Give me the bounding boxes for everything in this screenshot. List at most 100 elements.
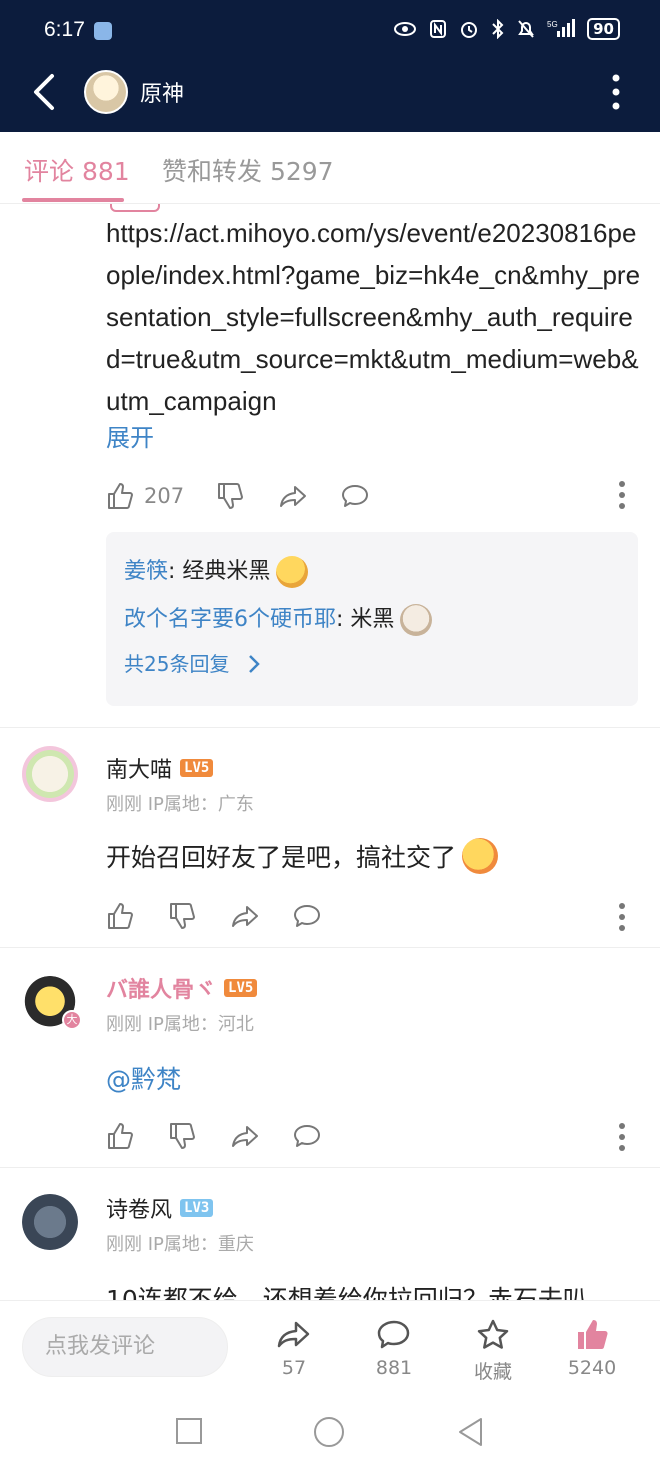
share-button[interactable] xyxy=(230,901,260,931)
comment-count-button[interactable]: 881 xyxy=(354,1317,434,1379)
avatar[interactable] xyxy=(22,746,78,802)
comment-icon xyxy=(294,1125,320,1147)
reply-item[interactable]: 改个名字要6个硬币耶 : 米黑 xyxy=(124,596,620,644)
laugh-emoji-icon xyxy=(462,838,499,874)
divider xyxy=(0,947,660,948)
thumbs-down-icon xyxy=(170,903,195,929)
comment-text[interactable]: 10连都不给，还想着给你拉回归？赤石去叭 xyxy=(106,1280,588,1300)
signal-icon: 5G xyxy=(547,19,576,37)
nfc-icon xyxy=(430,20,447,38)
share-icon xyxy=(280,486,307,507)
level-badge: LV3 xyxy=(180,1199,214,1217)
tab-bar: 评论 881 赞和转发 5297 xyxy=(0,132,660,204)
reply-text: : 经典米黑 xyxy=(168,559,271,584)
comment-author[interactable]: バ誰人骨ヾ LV5 xyxy=(106,972,258,1004)
share-button[interactable] xyxy=(230,1121,260,1151)
dog-emoji-icon xyxy=(400,604,433,636)
reply-button[interactable] xyxy=(340,481,370,511)
author-name: 南大喵 xyxy=(106,758,173,783)
like-button[interactable] xyxy=(106,1121,136,1151)
more-vertical-icon[interactable] xyxy=(612,74,620,110)
bluetooth-icon xyxy=(492,19,504,39)
link-tag xyxy=(110,204,160,212)
post-url-text[interactable]: https://act.mihoyo.com/ys/event/e2023081… xyxy=(106,212,646,422)
dislike-button[interactable] xyxy=(168,901,198,931)
thumbs-up-filled-icon xyxy=(578,1320,608,1350)
app-notification-icon xyxy=(94,22,112,40)
avatar[interactable] xyxy=(84,70,128,114)
divider xyxy=(0,1167,660,1168)
grin-emoji-icon xyxy=(276,556,309,588)
eye-icon xyxy=(394,22,417,36)
reply-user[interactable]: 改个名字要6个硬币耶 xyxy=(124,596,336,644)
comment-icon xyxy=(377,1320,410,1349)
back-arrow-icon[interactable] xyxy=(30,72,58,112)
like-count: 207 xyxy=(144,484,185,508)
more-vertical-icon[interactable] xyxy=(618,480,626,510)
page-title: 原神 xyxy=(140,82,185,107)
comment-action-row xyxy=(106,896,354,936)
share-icon xyxy=(232,1126,258,1147)
level-badge: LV5 xyxy=(224,979,258,997)
tab-likes-shares[interactable]: 赞和转发 5297 xyxy=(162,152,334,188)
comment-author[interactable]: 诗卷风 LV3 xyxy=(106,1192,214,1224)
home-icon[interactable] xyxy=(313,1416,345,1448)
battery-indicator: 90 xyxy=(587,18,620,40)
recent-apps-icon[interactable] xyxy=(174,1416,204,1446)
thumbs-up-icon xyxy=(108,903,133,929)
reply-item[interactable]: 姜筷 : 经典米黑 xyxy=(124,548,620,596)
star-icon xyxy=(477,1319,509,1349)
reply-user[interactable]: 姜筷 xyxy=(124,548,168,596)
tab-underline xyxy=(22,198,124,202)
dislike-button[interactable] xyxy=(216,481,246,511)
comment-list[interactable]: https://act.mihoyo.com/ys/event/e2023081… xyxy=(0,204,660,1300)
comment-icon xyxy=(294,905,320,927)
alarm-icon xyxy=(461,22,478,38)
comment-count: 881 xyxy=(375,1357,413,1379)
favorite-button[interactable]: 收藏 xyxy=(453,1317,533,1384)
share-count: 57 xyxy=(281,1357,307,1379)
like-count: 5240 xyxy=(567,1357,617,1379)
avatar[interactable] xyxy=(22,1194,78,1250)
reply-button[interactable] xyxy=(292,1121,322,1151)
like-button[interactable] xyxy=(106,901,136,931)
like-button[interactable]: 207 xyxy=(106,481,184,511)
bottom-action-bar: 点我发评论 57 881 收藏 5240 xyxy=(0,1300,660,1394)
comment-icon xyxy=(342,485,369,507)
status-icons: 5G 90 xyxy=(393,18,620,40)
share-button[interactable] xyxy=(278,481,308,511)
thumbs-down-icon xyxy=(170,1123,195,1149)
reply-button[interactable] xyxy=(292,901,322,931)
dislike-button[interactable] xyxy=(168,1121,198,1151)
share-icon xyxy=(277,1321,310,1348)
mention-link[interactable]: @黔梵 xyxy=(106,1060,181,1096)
share-button[interactable]: 57 xyxy=(254,1317,334,1379)
mute-icon xyxy=(518,20,534,38)
back-icon[interactable] xyxy=(456,1416,484,1448)
more-vertical-icon[interactable] xyxy=(618,902,626,932)
thumbs-down-icon xyxy=(218,483,244,509)
post-action-row: 207 xyxy=(106,476,402,516)
chevron-right-icon xyxy=(248,655,260,673)
svg-text:5G: 5G xyxy=(547,20,558,29)
comment-meta: 刚刚 IP属地：广东 xyxy=(106,794,254,815)
like-post-button[interactable]: 5240 xyxy=(552,1317,632,1379)
comment-author[interactable]: 南大喵 LV5 xyxy=(106,752,214,784)
divider xyxy=(0,727,660,728)
author-name: 诗卷风 xyxy=(106,1198,173,1223)
tab-comments[interactable]: 评论 881 xyxy=(24,152,130,188)
thumbs-up-icon xyxy=(108,483,133,509)
view-all-replies-link[interactable]: 共25条回复 xyxy=(124,648,620,677)
comment-meta: 刚刚 IP属地：重庆 xyxy=(106,1234,254,1255)
more-vertical-icon[interactable] xyxy=(618,1122,626,1152)
comment-meta: 刚刚 IP属地：河北 xyxy=(106,1014,254,1035)
reply-preview-box[interactable]: 姜筷 : 经典米黑 改个名字要6个硬币耶 : 米黑 共25条回复 xyxy=(106,532,638,706)
comment-text[interactable]: 开始召回好友了是吧，搞社交了 xyxy=(106,838,499,874)
header-bar: 6:17 5G 90 原神 xyxy=(0,0,660,132)
favorite-label: 收藏 xyxy=(473,1361,512,1383)
thumbs-up-icon xyxy=(108,1123,133,1149)
expand-button[interactable]: 展开 xyxy=(106,418,154,453)
system-nav-bar xyxy=(0,1394,660,1467)
status-time: 6:17 xyxy=(44,18,85,41)
comment-input[interactable]: 点我发评论 xyxy=(22,1317,228,1377)
